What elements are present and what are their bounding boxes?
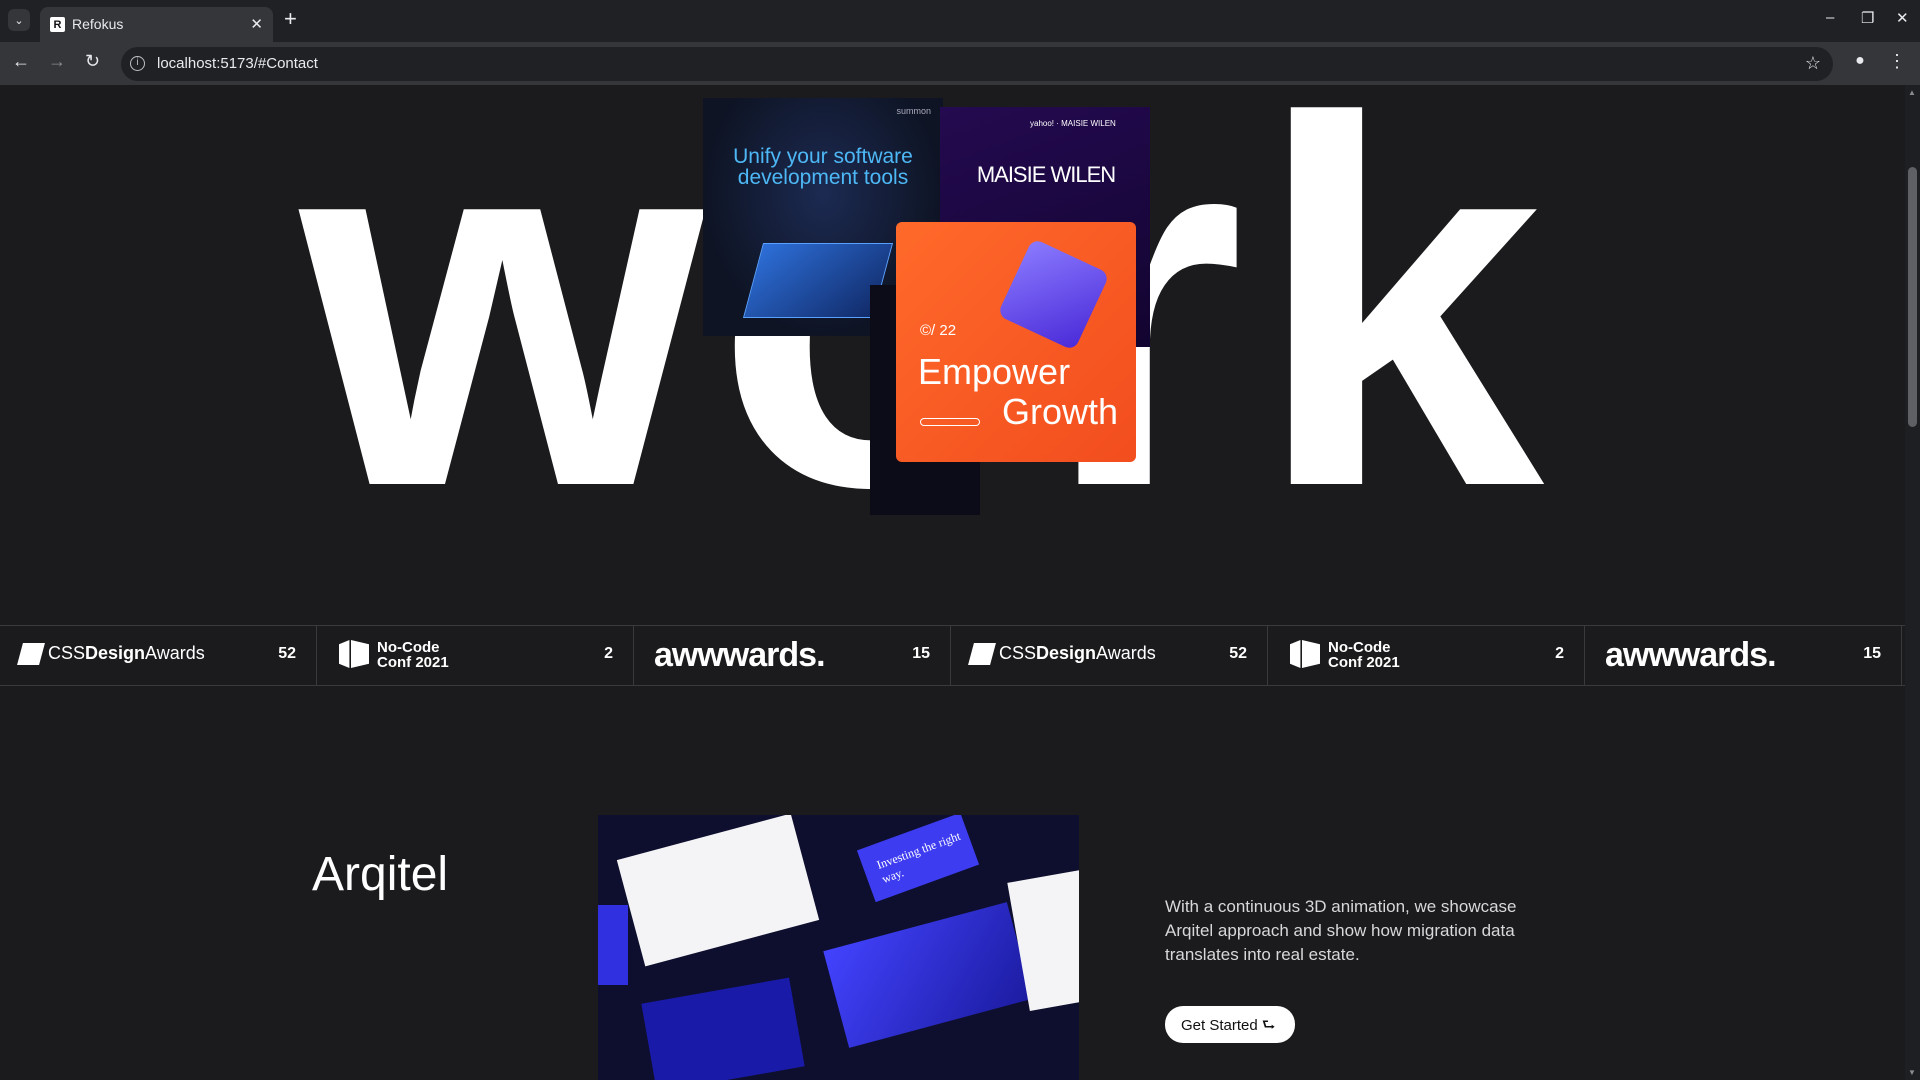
awwwards-logo: awwwards. xyxy=(1605,636,1777,674)
maisie-card-brand: yahoo! · MAISIE WILEN xyxy=(1030,119,1116,128)
page-scrollbar[interactable]: ▲ ▼ xyxy=(1905,85,1920,1080)
empower-card-number: ©/ 22 xyxy=(920,322,957,339)
summon-logo: summon xyxy=(896,106,931,116)
empower-line: Empower xyxy=(918,351,1071,392)
refokus-favicon-icon: R xyxy=(50,17,65,32)
award-count: 15 xyxy=(1863,645,1881,662)
maisie-card-title: MAISIE WILEN xyxy=(976,162,1116,187)
award-count: 52 xyxy=(1229,645,1247,662)
tab-bar: ⌄ R Refokus ✕ + – ❐ ✕ xyxy=(0,0,1920,42)
scroll-up-icon[interactable]: ▲ xyxy=(1908,88,1916,97)
css-design-awards-logo: CSSDesignAwards xyxy=(968,643,1156,666)
restore-icon[interactable]: ❐ xyxy=(1861,9,1874,27)
scroll-thumb[interactable] xyxy=(1908,167,1917,427)
project-title: Arqitel xyxy=(312,848,449,901)
award-count: 2 xyxy=(604,645,613,662)
url-text[interactable]: localhost:5173/#Contact xyxy=(157,55,318,72)
css-design-awards-logo: CSSDesignAwards xyxy=(17,643,205,666)
preview-caption: Investing the right way. xyxy=(874,828,963,887)
preview-panel xyxy=(598,905,628,985)
showcase-card-empower[interactable]: ©/ 22 Empower Growth xyxy=(896,222,1136,462)
back-icon[interactable]: ← xyxy=(12,51,30,72)
no-code-conf-logo: No-Code Conf 2021 xyxy=(339,640,449,670)
browser-tab[interactable]: R Refokus ✕ xyxy=(40,7,273,42)
software-card-title: Unify your software development tools xyxy=(733,145,913,189)
css-design-awards-icon xyxy=(968,643,996,666)
menu-dots-icon[interactable]: ⋮ xyxy=(1888,51,1906,72)
award-count: 2 xyxy=(1555,645,1564,662)
award-no-code-conf: No-Code Conf 2021 2 xyxy=(317,626,634,686)
minimize-icon[interactable]: – xyxy=(1826,9,1834,26)
award-css-design-awards: CSSDesignAwards 52 xyxy=(0,626,317,686)
awwwards-logo: awwwards. xyxy=(654,636,826,674)
award-awwwards: awwwards. 15 xyxy=(1585,626,1902,686)
award-css-design-awards: CSSDesignAwards 52 xyxy=(951,626,1268,686)
close-tab-icon[interactable]: ✕ xyxy=(250,15,263,33)
window-close-icon[interactable]: ✕ xyxy=(1896,9,1909,27)
profile-icon[interactable]: ● xyxy=(1849,52,1871,74)
reload-icon[interactable]: ↻ xyxy=(85,51,100,72)
tab-title: Refokus xyxy=(72,16,124,32)
preview-panel xyxy=(823,902,1033,1048)
growth-line: Growth xyxy=(1001,391,1118,432)
get-started-button[interactable]: Get Started ⮑ xyxy=(1165,1006,1295,1043)
project-preview-image[interactable]: Investing the right way. xyxy=(598,815,1079,1080)
new-tab-icon[interactable]: + xyxy=(284,8,297,30)
project-description: With a continuous 3D animation, we showc… xyxy=(1165,897,1517,964)
preview-panel xyxy=(616,815,820,967)
preview-panel: Investing the right way. xyxy=(856,815,980,903)
award-count: 15 xyxy=(912,645,930,662)
award-count: 52 xyxy=(278,645,296,662)
scroll-down-icon[interactable]: ▼ xyxy=(1908,1068,1916,1077)
bookmark-star-icon[interactable]: ☆ xyxy=(1805,53,1821,74)
tab-search-icon[interactable]: ⌄ xyxy=(8,9,30,31)
3d-shape-graphic xyxy=(997,238,1110,351)
award-no-code-conf: No-Code Conf 2021 2 xyxy=(1268,626,1585,686)
site-info-icon[interactable]: i xyxy=(130,56,145,71)
showcase-badge xyxy=(920,418,980,426)
preview-panel xyxy=(641,977,805,1080)
address-bar[interactable]: i localhost:5173/#Contact ☆ xyxy=(121,47,1833,81)
page-viewport: work summon Unify your software developm… xyxy=(0,85,1905,1080)
browser-toolbar: ← → ↻ i localhost:5173/#Contact ☆ ● ⋮ xyxy=(0,42,1920,85)
forward-icon[interactable]: → xyxy=(48,51,66,72)
awards-strip: CSSDesignAwards 52 No-Code Conf 2021 2 aw… xyxy=(0,625,1905,686)
css-design-awards-icon xyxy=(17,643,45,666)
award-awwwards: awwwards. 15 xyxy=(634,626,951,686)
no-code-conf-logo: No-Code Conf 2021 xyxy=(1290,640,1400,670)
